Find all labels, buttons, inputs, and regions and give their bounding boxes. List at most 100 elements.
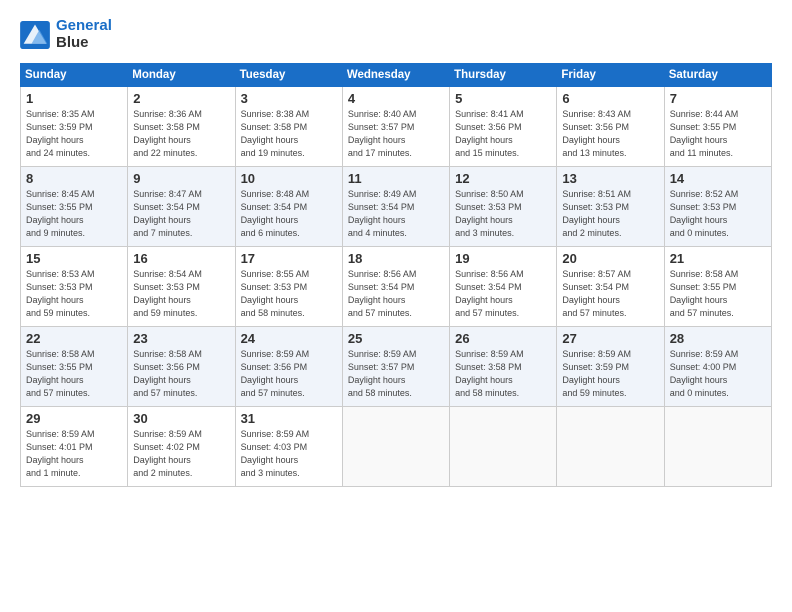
day-number: 10: [241, 171, 338, 186]
calendar-week: 15 Sunrise: 8:53 AMSunset: 3:53 PMDayligh…: [21, 247, 772, 327]
day-number: 5: [455, 91, 552, 106]
logo-text: General Blue: [56, 18, 112, 51]
calendar-cell: 26Sunrise: 8:59 AMSunset: 3:58 PMDayligh…: [450, 327, 557, 407]
day-info: Sunrise: 8:59 AMSunset: 4:01 PMDaylight …: [26, 428, 123, 480]
day-number: 9: [133, 171, 230, 186]
day-number: 3: [241, 91, 338, 106]
day-info: Sunrise: 8:40 AMSunset: 3:57 PMDaylight …: [348, 108, 445, 160]
calendar-week: 29Sunrise: 8:59 AMSunset: 4:01 PMDayligh…: [21, 407, 772, 487]
day-number: 28: [670, 331, 767, 346]
calendar-cell: 17 Sunrise: 8:55 AMSunset: 3:53 PMDayligh…: [235, 247, 342, 327]
day-info: Sunrise: 8:56 AMSunset: 3:54 PMDaylight …: [455, 268, 552, 320]
day-number: 22: [26, 331, 123, 346]
day-info: Sunrise: 8:47 AMSunset: 3:54 PMDaylight …: [133, 188, 230, 240]
day-info: Sunrise: 8:49 AMSunset: 3:54 PMDaylight …: [348, 188, 445, 240]
calendar-cell: 16 Sunrise: 8:54 AMSunset: 3:53 PMDayligh…: [128, 247, 235, 327]
day-number: 2: [133, 91, 230, 106]
calendar-cell: [450, 407, 557, 487]
calendar-cell: 24 Sunrise: 8:59 AMSunset: 3:56 PMDayligh…: [235, 327, 342, 407]
page-header: General Blue: [20, 18, 772, 51]
weekday-header: Sunday: [21, 64, 128, 87]
day-info: Sunrise: 8:41 AMSunset: 3:56 PMDaylight …: [455, 108, 552, 160]
calendar-cell: 11Sunrise: 8:49 AMSunset: 3:54 PMDayligh…: [342, 167, 449, 247]
weekday-header: Tuesday: [235, 64, 342, 87]
day-number: 21: [670, 251, 767, 266]
day-info: Sunrise: 8:43 AMSunset: 3:56 PMDaylight …: [562, 108, 659, 160]
calendar-cell: 8 Sunrise: 8:45 AMSunset: 3:55 PMDaylight…: [21, 167, 128, 247]
calendar-cell: 19 Sunrise: 8:56 AMSunset: 3:54 PMDayligh…: [450, 247, 557, 327]
calendar-cell: 3 Sunrise: 8:38 AMSunset: 3:58 PMDaylight…: [235, 87, 342, 167]
day-number: 13: [562, 171, 659, 186]
day-info: Sunrise: 8:50 AMSunset: 3:53 PMDaylight …: [455, 188, 552, 240]
day-info: Sunrise: 8:35 AMSunset: 3:59 PMDaylight …: [26, 108, 123, 160]
calendar-cell: 13 Sunrise: 8:51 AMSunset: 3:53 PMDayligh…: [557, 167, 664, 247]
calendar-cell: 27 Sunrise: 8:59 AMSunset: 3:59 PMDayligh…: [557, 327, 664, 407]
day-info: Sunrise: 8:56 AMSunset: 3:54 PMDaylight …: [348, 268, 445, 320]
calendar-cell: 10 Sunrise: 8:48 AMSunset: 3:54 PMDayligh…: [235, 167, 342, 247]
calendar-cell: 20Sunrise: 8:57 AMSunset: 3:54 PMDayligh…: [557, 247, 664, 327]
day-info: Sunrise: 8:59 AMSunset: 4:03 PMDaylight …: [241, 428, 338, 480]
calendar-week: 8 Sunrise: 8:45 AMSunset: 3:55 PMDaylight…: [21, 167, 772, 247]
day-number: 26: [455, 331, 552, 346]
day-number: 17: [241, 251, 338, 266]
day-number: 31: [241, 411, 338, 426]
day-number: 24: [241, 331, 338, 346]
calendar-week: 22 Sunrise: 8:58 AMSunset: 3:55 PMDayligh…: [21, 327, 772, 407]
day-info: Sunrise: 8:36 AMSunset: 3:58 PMDaylight …: [133, 108, 230, 160]
calendar-cell: 15 Sunrise: 8:53 AMSunset: 3:53 PMDayligh…: [21, 247, 128, 327]
day-info: Sunrise: 8:59 AMSunset: 3:56 PMDaylight …: [241, 348, 338, 400]
day-number: 19: [455, 251, 552, 266]
calendar-cell: [664, 407, 771, 487]
calendar-cell: 6Sunrise: 8:43 AMSunset: 3:56 PMDaylight…: [557, 87, 664, 167]
weekday-header: Thursday: [450, 64, 557, 87]
calendar-cell: 25Sunrise: 8:59 AMSunset: 3:57 PMDayligh…: [342, 327, 449, 407]
day-number: 12: [455, 171, 552, 186]
calendar-cell: 28Sunrise: 8:59 AMSunset: 4:00 PMDayligh…: [664, 327, 771, 407]
calendar-page: General Blue SundayMondayTuesdayWednesda…: [0, 0, 792, 612]
day-number: 4: [348, 91, 445, 106]
day-info: Sunrise: 8:44 AMSunset: 3:55 PMDaylight …: [670, 108, 767, 160]
day-number: 30: [133, 411, 230, 426]
calendar-table: SundayMondayTuesdayWednesdayThursdayFrid…: [20, 63, 772, 487]
day-info: Sunrise: 8:59 AMSunset: 3:59 PMDaylight …: [562, 348, 659, 400]
day-info: Sunrise: 8:55 AMSunset: 3:53 PMDaylight …: [241, 268, 338, 320]
calendar-cell: 29Sunrise: 8:59 AMSunset: 4:01 PMDayligh…: [21, 407, 128, 487]
calendar-cell: 5 Sunrise: 8:41 AMSunset: 3:56 PMDaylight…: [450, 87, 557, 167]
calendar-cell: [342, 407, 449, 487]
calendar-cell: 9 Sunrise: 8:47 AMSunset: 3:54 PMDaylight…: [128, 167, 235, 247]
calendar-cell: 14Sunrise: 8:52 AMSunset: 3:53 PMDayligh…: [664, 167, 771, 247]
logo: General Blue: [20, 18, 112, 51]
calendar-cell: [557, 407, 664, 487]
day-number: 25: [348, 331, 445, 346]
weekday-header: Monday: [128, 64, 235, 87]
day-info: Sunrise: 8:45 AMSunset: 3:55 PMDaylight …: [26, 188, 123, 240]
day-info: Sunrise: 8:48 AMSunset: 3:54 PMDaylight …: [241, 188, 338, 240]
logo-icon: [20, 21, 50, 49]
day-info: Sunrise: 8:54 AMSunset: 3:53 PMDaylight …: [133, 268, 230, 320]
calendar-cell: 21Sunrise: 8:58 AMSunset: 3:55 PMDayligh…: [664, 247, 771, 327]
calendar-cell: 7 Sunrise: 8:44 AMSunset: 3:55 PMDaylight…: [664, 87, 771, 167]
day-info: Sunrise: 8:58 AMSunset: 3:56 PMDaylight …: [133, 348, 230, 400]
day-info: Sunrise: 8:51 AMSunset: 3:53 PMDaylight …: [562, 188, 659, 240]
day-number: 27: [562, 331, 659, 346]
calendar-cell: 30 Sunrise: 8:59 AMSunset: 4:02 PMDayligh…: [128, 407, 235, 487]
day-number: 16: [133, 251, 230, 266]
day-info: Sunrise: 8:38 AMSunset: 3:58 PMDaylight …: [241, 108, 338, 160]
day-number: 23: [133, 331, 230, 346]
day-number: 15: [26, 251, 123, 266]
calendar-header: SundayMondayTuesdayWednesdayThursdayFrid…: [21, 64, 772, 87]
day-info: Sunrise: 8:52 AMSunset: 3:53 PMDaylight …: [670, 188, 767, 240]
day-number: 18: [348, 251, 445, 266]
day-number: 7: [670, 91, 767, 106]
day-info: Sunrise: 8:59 AMSunset: 4:02 PMDaylight …: [133, 428, 230, 480]
calendar-cell: 2 Sunrise: 8:36 AMSunset: 3:58 PMDaylight…: [128, 87, 235, 167]
calendar-cell: 4 Sunrise: 8:40 AMSunset: 3:57 PMDaylight…: [342, 87, 449, 167]
calendar-cell: 22 Sunrise: 8:58 AMSunset: 3:55 PMDayligh…: [21, 327, 128, 407]
calendar-cell: 31 Sunrise: 8:59 AMSunset: 4:03 PMDayligh…: [235, 407, 342, 487]
day-info: Sunrise: 8:58 AMSunset: 3:55 PMDaylight …: [26, 348, 123, 400]
weekday-header: Friday: [557, 64, 664, 87]
weekday-header: Wednesday: [342, 64, 449, 87]
day-info: Sunrise: 8:53 AMSunset: 3:53 PMDaylight …: [26, 268, 123, 320]
day-number: 1: [26, 91, 123, 106]
day-number: 8: [26, 171, 123, 186]
